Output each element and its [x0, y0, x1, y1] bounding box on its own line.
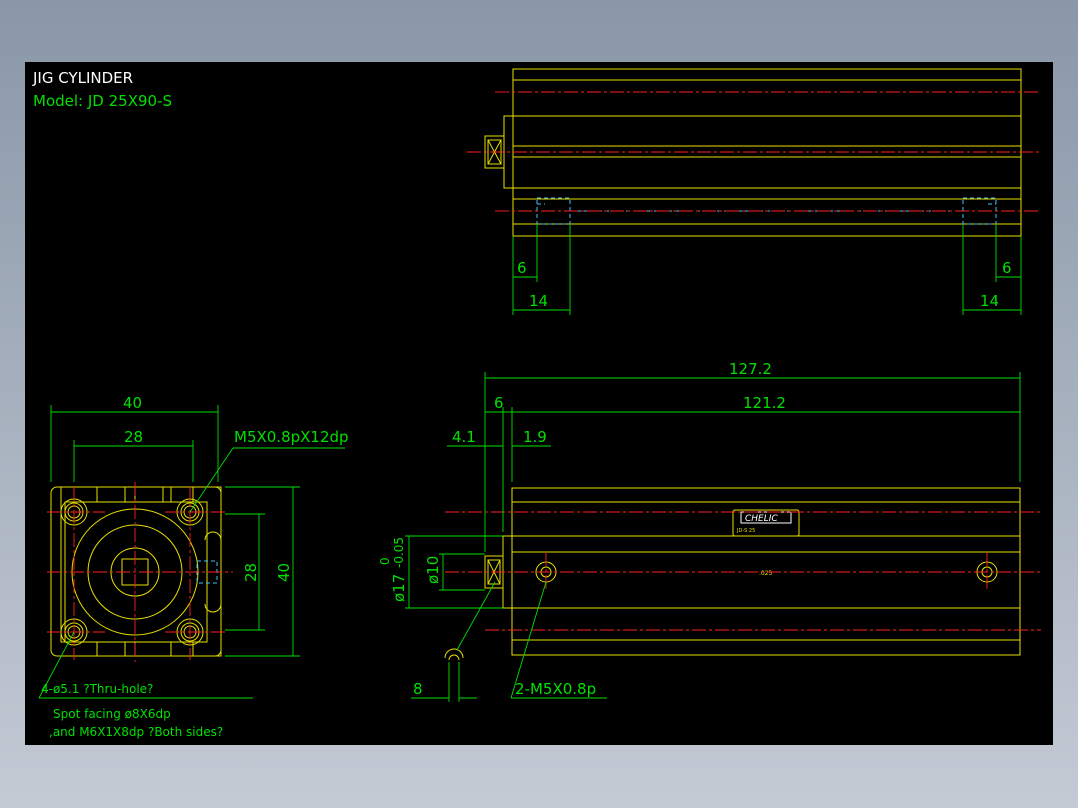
drawing-sheet: JIG CYLINDER Model: JD 25X90-S 6 14 6 14… [25, 62, 1053, 745]
model-number: Model: JD 25X90-S [33, 92, 172, 110]
dim-right-outer: 14 [980, 292, 999, 310]
dim-tolerance-lower: -0.05 [392, 537, 406, 568]
note-spot-facing: Spot facing ø8X6dp [53, 707, 171, 721]
dim-width: 40 [123, 394, 142, 412]
dim-rod-end: 4.1 [452, 428, 476, 446]
brand-small-text: JD-S 25 [736, 528, 755, 534]
brand-label: CHELIC [745, 514, 778, 524]
drawing-title: JIG CYLINDER [32, 69, 133, 87]
dim-flange: 1.9 [523, 428, 547, 446]
cad-drawing: JIG CYLINDER Model: JD 25X90-S 6 14 6 14… [32, 68, 1041, 739]
dim-bore-diameter: ø17 [390, 574, 408, 602]
dim-body-length: 121.2 [743, 394, 786, 412]
dim-side-pitch: 28 [242, 563, 260, 582]
dim-tolerance-upper: 0 [378, 557, 392, 565]
dim-hole-pitch: 28 [124, 428, 143, 446]
note-thread-both-sides: ,and M6X1X8dp ?Both sides? [49, 725, 223, 739]
thread-note: M5X0.8pX12dp [234, 428, 349, 446]
dim-height: 40 [275, 563, 293, 582]
dim-wrench-flats: 8 [413, 680, 423, 698]
front-view: 40 28 28 40 M5X0.8pX12dp 4-ø5.1 ?Thru-ho… [38, 394, 349, 739]
dim-right-inner: 6 [1002, 259, 1012, 277]
dim-left-outer: 14 [529, 292, 548, 310]
note-holes: 4-ø5.1 ?Thru-hole? [41, 682, 153, 696]
side-view: CHELIC JD-S 25 .025 127.2 121.2 6 4.1 1.… [378, 360, 1041, 702]
port-note: 2-M5X0.8p [515, 680, 596, 698]
dim-offset: 6 [494, 394, 504, 412]
dim-left-inner: 6 [517, 259, 527, 277]
dim-rod-diameter: ø10 [424, 556, 442, 584]
top-view: 6 14 6 14 [467, 68, 1041, 315]
dim-overall-length: 127.2 [729, 360, 772, 378]
center-mark: .025 [759, 570, 773, 577]
